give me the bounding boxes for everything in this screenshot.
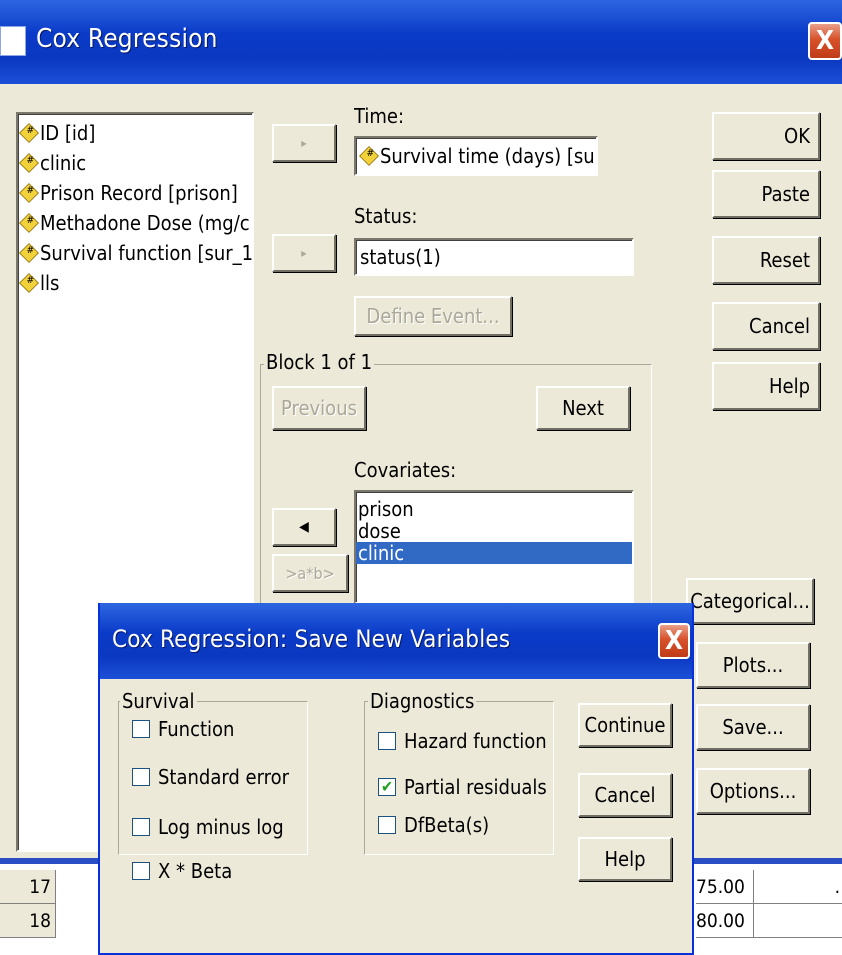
checkbox-box[interactable] — [132, 720, 150, 738]
reset-button[interactable]: Reset — [712, 236, 820, 284]
numeric-variable-icon — [19, 273, 39, 293]
row-header[interactable]: 18 — [0, 904, 56, 938]
save-dialog-title-bar: Cox Regression: Save New Variables X — [100, 603, 692, 679]
checkmark-icon[interactable]: ✔ — [378, 778, 396, 796]
list-item[interactable]: prison — [356, 498, 632, 520]
interaction-button[interactable]: >a*b> — [272, 554, 348, 592]
covariates-list[interactable]: prison dose clinic — [354, 490, 634, 604]
time-label: Time: — [354, 104, 405, 128]
time-field[interactable]: Survival time (days) [sur — [354, 136, 598, 176]
checkbox-box[interactable] — [132, 768, 150, 786]
table-cell[interactable] — [754, 904, 842, 938]
close-icon: X — [815, 26, 835, 56]
arrow-left-icon: ◀ — [299, 519, 309, 535]
log-minus-log-checkbox[interactable]: Log minus log — [132, 815, 284, 839]
list-item[interactable]: lls — [19, 268, 252, 298]
numeric-variable-icon — [19, 153, 39, 173]
numeric-variable-icon — [359, 146, 379, 166]
numeric-variable-icon — [19, 243, 39, 263]
checkbox-box[interactable] — [132, 862, 150, 880]
save-dialog-help-button[interactable]: Help — [578, 837, 672, 881]
list-item[interactable]: Survival function [sur_1] — [19, 238, 252, 268]
checkbox-box[interactable] — [132, 818, 150, 836]
save-new-variables-dialog: Cox Regression: Save New Variables X Sur… — [98, 603, 694, 955]
save-button[interactable]: Save... — [696, 704, 810, 750]
checkbox-box[interactable] — [378, 732, 396, 750]
list-item[interactable]: dose — [356, 520, 632, 542]
move-to-time-button[interactable]: ▸ — [272, 124, 336, 162]
main-close-button[interactable]: X — [808, 22, 842, 60]
save-dialog-close-button[interactable]: X — [658, 623, 690, 659]
arrow-right-icon: ▸ — [301, 246, 307, 260]
list-item-selected[interactable]: clinic — [356, 542, 632, 564]
save-dialog-cancel-button[interactable]: Cancel — [578, 773, 672, 817]
numeric-variable-icon — [19, 123, 39, 143]
survival-legend: Survival — [120, 689, 197, 713]
status-label: Status: — [354, 204, 418, 228]
main-dialog-title: Cox Regression — [36, 24, 218, 54]
hazard-function-checkbox[interactable]: Hazard function — [378, 729, 547, 753]
move-to-status-button[interactable]: ▸ — [272, 234, 336, 272]
options-button[interactable]: Options... — [696, 768, 810, 814]
plots-button[interactable]: Plots... — [696, 642, 810, 688]
next-button[interactable]: Next — [536, 386, 630, 430]
dfbeta-checkbox[interactable]: DfBeta(s) — [378, 813, 489, 837]
define-event-button[interactable]: Define Event... — [354, 296, 512, 336]
list-item[interactable]: clinic — [19, 148, 252, 178]
continue-button[interactable]: Continue — [578, 703, 672, 747]
checkbox-box[interactable] — [378, 816, 396, 834]
save-dialog-title: Cox Regression: Save New Variables — [112, 625, 511, 653]
standard-error-checkbox[interactable]: Standard error — [132, 765, 289, 789]
diagnostics-legend: Diagnostics — [368, 689, 477, 713]
covariates-label: Covariates: — [354, 458, 457, 482]
main-title-bar: Cox Regression X — [0, 0, 842, 84]
function-checkbox[interactable]: Function — [132, 717, 234, 741]
move-covariate-button[interactable]: ◀ — [272, 508, 336, 546]
list-item[interactable]: Methadone Dose (mg/c — [19, 208, 252, 238]
table-cell[interactable]: 75.00 — [696, 870, 754, 904]
list-item[interactable]: Prison Record [prison] — [19, 178, 252, 208]
categorical-button[interactable]: Categorical... — [686, 578, 814, 624]
numeric-variable-icon — [19, 183, 39, 203]
x-beta-checkbox[interactable]: X * Beta — [132, 859, 232, 883]
cancel-button[interactable]: Cancel — [712, 302, 820, 350]
window-app-icon — [0, 26, 26, 56]
numeric-variable-icon — [19, 213, 39, 233]
previous-button[interactable]: Previous — [272, 386, 366, 430]
ok-button[interactable]: OK — [712, 112, 820, 160]
list-item[interactable]: ID [id] — [19, 118, 252, 148]
partial-residuals-checkbox[interactable]: ✔ Partial residuals — [378, 775, 547, 799]
paste-button[interactable]: Paste — [712, 170, 820, 218]
row-header[interactable]: 17 — [0, 870, 56, 904]
help-button[interactable]: Help — [712, 362, 820, 410]
status-field[interactable]: status(1) — [354, 238, 634, 276]
close-icon: X — [664, 626, 684, 656]
arrow-right-icon: ▸ — [301, 136, 307, 150]
table-cell[interactable]: . — [754, 870, 842, 904]
table-cell[interactable]: 80.00 — [696, 904, 754, 938]
block-legend: Block 1 of 1 — [264, 350, 375, 374]
